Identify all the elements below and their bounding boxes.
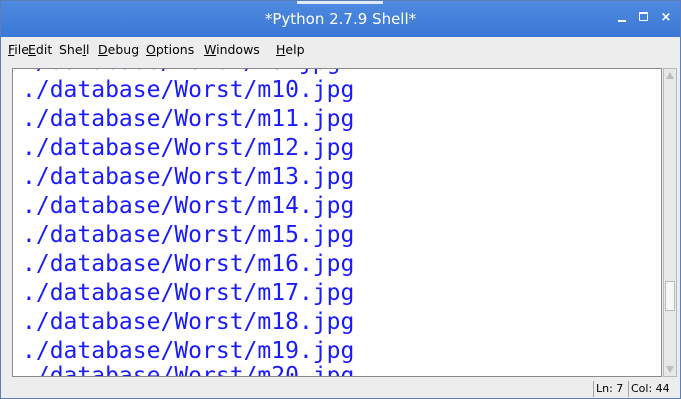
python-shell-window: *Python 2.7.9 Shell* × File Edit Shell D… [0, 0, 681, 399]
menu-windows-mnemonic: W [204, 42, 217, 57]
close-button[interactable]: × [657, 9, 675, 27]
menu-options-post: ptions [155, 42, 195, 57]
menu-edit[interactable]: Edit [28, 37, 52, 63]
shell-output-line: ./database/Worst/m18.jpg [22, 309, 355, 335]
status-bar: Ln: 7 Col: 44 [1, 380, 680, 398]
menu-debug-mnemonic: D [98, 42, 108, 57]
menu-file-post: ile [14, 42, 29, 57]
shell-output-line: ./database/Worst/m15.jpg [22, 222, 355, 248]
status-line-number: Ln: 7 [593, 381, 623, 397]
menu-help-post: elp [285, 42, 305, 57]
shell-output-line: ./database/Worst/m10.jpg [22, 77, 355, 103]
menu-edit-post: dit [35, 42, 53, 57]
menu-shell-pre: She [59, 42, 83, 57]
menu-help[interactable]: Help [276, 37, 305, 63]
vertical-scrollbar[interactable] [663, 68, 677, 377]
minimize-icon [618, 19, 626, 22]
shell-output-line: ./database/Worst/m14.jpg [22, 193, 355, 219]
menu-options[interactable]: Options [146, 37, 194, 63]
menu-windows[interactable]: Windows [204, 37, 260, 63]
shell-output-line: ./database/Worst/m16.jpg [22, 251, 355, 277]
shell-output-line: ./database/Worst/m11.jpg [22, 106, 355, 132]
close-icon: × [660, 10, 672, 25]
scrollbar-thumb[interactable] [665, 281, 675, 311]
menu-bar: File Edit Shell Debug Options Windows He… [1, 37, 680, 63]
scroll-down-icon[interactable] [666, 366, 674, 373]
shell-output-line: ./database/Worst/m13.jpg [22, 164, 355, 190]
maximize-button[interactable] [634, 9, 652, 27]
shell-output-line: ./database/Worst/m17.jpg [22, 280, 355, 306]
window-title: *Python 2.7.9 Shell* [264, 10, 417, 28]
shell-line-partial-bottom: ./database/Worst/m20.jpg [22, 363, 355, 377]
scroll-up-icon[interactable] [666, 72, 674, 79]
title-bar[interactable]: *Python 2.7.9 Shell* × [1, 1, 680, 37]
menu-windows-post: indows [216, 42, 260, 57]
maximize-icon [638, 12, 648, 21]
menu-file[interactable]: File [8, 37, 29, 63]
shell-output-line: ./database/Worst/m12.jpg [22, 135, 355, 161]
status-column-number: Col: 44 [628, 381, 670, 397]
menu-options-mnemonic: O [146, 42, 156, 57]
menu-help-mnemonic: H [276, 42, 286, 57]
menu-shell-post: l [86, 42, 90, 57]
menu-debug-post: ebug [107, 42, 140, 57]
menu-debug[interactable]: Debug [98, 37, 139, 63]
shell-text-area[interactable]: ./database/Worst/m9.jpg ./database/Worst… [12, 68, 662, 377]
menu-edit-mnemonic: E [28, 42, 36, 57]
minimize-button[interactable] [613, 9, 631, 27]
menu-shell[interactable]: Shell [59, 37, 90, 63]
